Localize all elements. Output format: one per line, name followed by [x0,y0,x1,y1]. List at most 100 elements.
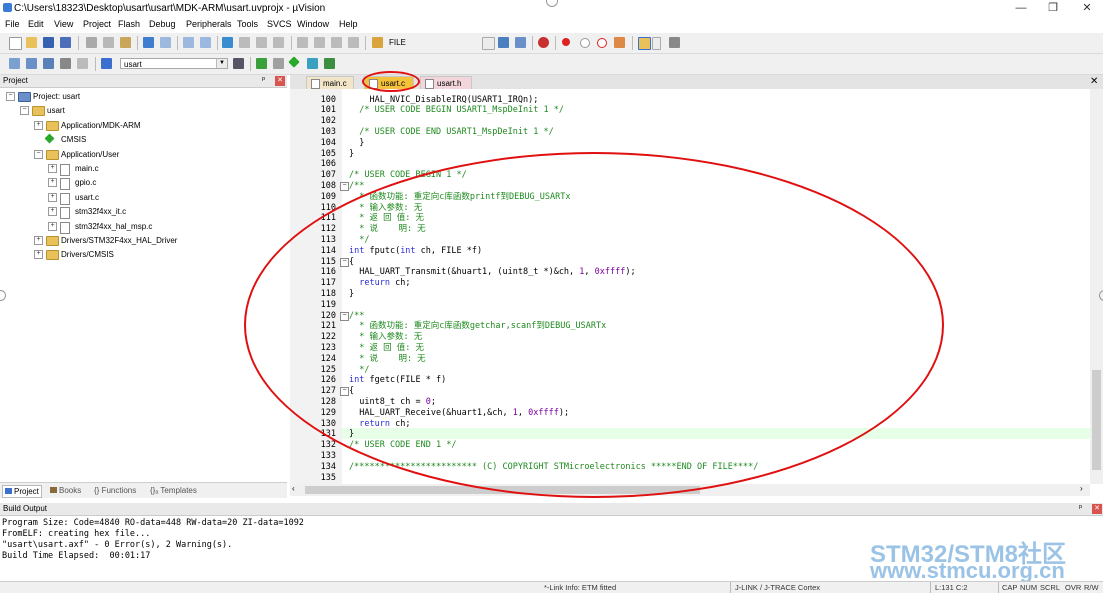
kill-breakpoints-icon[interactable] [614,37,625,48]
menu-peripherals[interactable]: Peripherals [186,19,232,29]
tree-item[interactable]: main.c [75,162,99,175]
tree-item[interactable]: gpio.c [75,176,96,189]
tree-item[interactable]: Application/User [61,148,119,161]
tree-expander-icon[interactable]: − [6,92,15,101]
tree-expander-icon[interactable]: + [48,178,57,188]
code-line[interactable]: /* USER CODE BEGIN USART1_MspDeInit 1 */ [349,105,564,116]
tab-usart-h[interactable]: usart.h [420,76,472,89]
menu-file[interactable]: File [5,19,20,29]
debug-session-icon[interactable] [538,37,549,48]
tree-expander-icon[interactable]: − [20,106,29,116]
code-line[interactable]: /** [349,181,364,192]
chevron-down-icon[interactable]: ▼ [216,59,227,68]
rebuild-icon[interactable] [43,58,54,69]
clear-bookmarks-icon[interactable] [273,37,284,48]
pin-icon[interactable]: ᵖ [262,75,265,84]
close-editor-icon[interactable]: ✕ [1090,76,1098,87]
comment-icon[interactable] [331,37,342,48]
tab-templates[interactable]: {}ₐ Templates [148,485,199,496]
scroll-right-icon[interactable]: › [1080,484,1083,493]
code-line[interactable]: } [349,138,364,149]
tree-item[interactable]: stm32f4xx_it.c [75,205,126,218]
find-icon[interactable] [498,37,509,48]
menu-help[interactable]: Help [339,19,358,29]
close-icon[interactable]: ✕ [1092,504,1102,514]
paste-icon[interactable] [120,37,131,48]
disable-breakpoint-icon[interactable] [597,38,607,48]
code-line[interactable]: HAL_NVIC_DisableIRQ(USART1_IRQn); [349,95,538,106]
tree-item[interactable]: Application/MDK-ARM [61,119,141,132]
unindent-icon[interactable] [314,37,325,48]
incremental-find-icon[interactable] [515,37,526,48]
build-icon[interactable] [26,58,37,69]
menu-window[interactable]: Window [297,19,329,29]
insert-breakpoint-icon[interactable] [562,38,570,46]
menu-debug[interactable]: Debug [149,19,176,29]
menu-view[interactable]: View [54,19,73,29]
nav-forward-icon[interactable] [200,37,211,48]
tree-item[interactable]: Drivers/CMSIS [61,248,114,261]
tab-functions[interactable]: {} Functions [92,485,138,496]
uncomment-icon[interactable] [348,37,359,48]
configure-icon[interactable] [669,37,680,48]
tree-item[interactable]: usart [47,104,65,117]
new-file-icon[interactable] [9,37,22,50]
tab-project[interactable]: Project [2,485,42,498]
find-dropdown-icon[interactable] [482,37,495,50]
tree-expander-icon[interactable]: + [34,120,43,130]
tree-expander-icon[interactable]: + [34,236,43,245]
menu-flash[interactable]: Flash [118,19,140,29]
bookmark-icon[interactable] [222,37,233,48]
tree-expander-icon[interactable]: + [34,250,43,260]
target-select[interactable]: usart ▼ [120,58,228,69]
code-line[interactable]: } [349,149,354,160]
menu-edit[interactable]: Edit [28,19,44,29]
find-field[interactable]: FILE [386,37,494,48]
download-icon[interactable] [101,58,112,69]
enable-breakpoint-icon[interactable] [580,38,590,48]
tree-item[interactable]: stm32f4xx_hal_msp.c [75,220,152,233]
copy-icon[interactable] [103,37,114,48]
tab-main-c[interactable]: main.c [306,76,354,89]
indent-icon[interactable] [297,37,308,48]
file-extensions-icon[interactable] [273,58,284,69]
tree-expander-icon[interactable]: + [48,221,57,231]
batch-build-icon[interactable] [60,58,71,69]
scroll-left-icon[interactable]: ‹ [292,484,295,493]
fold-toggle-icon[interactable]: − [340,181,349,191]
target-options-icon[interactable] [233,58,244,69]
tree-item[interactable]: CMSIS [61,133,86,146]
tree-expander-icon[interactable]: + [48,192,57,202]
layout-dropdown-icon[interactable] [652,37,661,50]
close-button[interactable]: ✕ [1074,0,1100,17]
tab-books[interactable]: Books [48,485,83,496]
open-folder-icon[interactable] [26,37,37,48]
tree-item[interactable]: Project: usart [33,90,80,103]
prev-bookmark-icon[interactable] [239,37,250,48]
code-line[interactable]: /* USER CODE END USART1_MspDeInit 1 */ [349,127,553,138]
tree-expander-icon[interactable]: − [34,149,43,159]
close-icon[interactable]: ✕ [275,76,285,86]
menu-svcs[interactable]: SVCS [267,19,292,29]
window-layout-icon[interactable] [638,37,651,50]
pack-installer-icon[interactable] [307,58,318,69]
redo-icon[interactable] [160,37,171,48]
stop-build-icon[interactable] [77,58,88,69]
nav-back-icon[interactable] [183,37,194,48]
menu-project[interactable]: Project [83,19,111,29]
undo-icon[interactable] [143,37,154,48]
minimize-button[interactable]: — [1008,0,1034,17]
next-bookmark-icon[interactable] [256,37,267,48]
tree-item[interactable]: usart.c [75,191,99,204]
manage-project-icon[interactable] [256,58,267,69]
vertical-scroll-thumb[interactable] [1092,370,1101,470]
pin-icon[interactable]: ᵖ [1079,503,1082,512]
tree-expander-icon[interactable]: + [48,164,57,173]
cut-icon[interactable] [86,37,97,48]
maximize-button[interactable]: ❐ [1040,0,1066,17]
save-all-icon[interactable] [60,37,71,48]
stm32cube-icon[interactable] [324,58,335,69]
run-time-env-icon[interactable] [288,56,300,68]
translate-icon[interactable] [9,58,20,69]
tree-expander-icon[interactable]: + [48,207,57,217]
